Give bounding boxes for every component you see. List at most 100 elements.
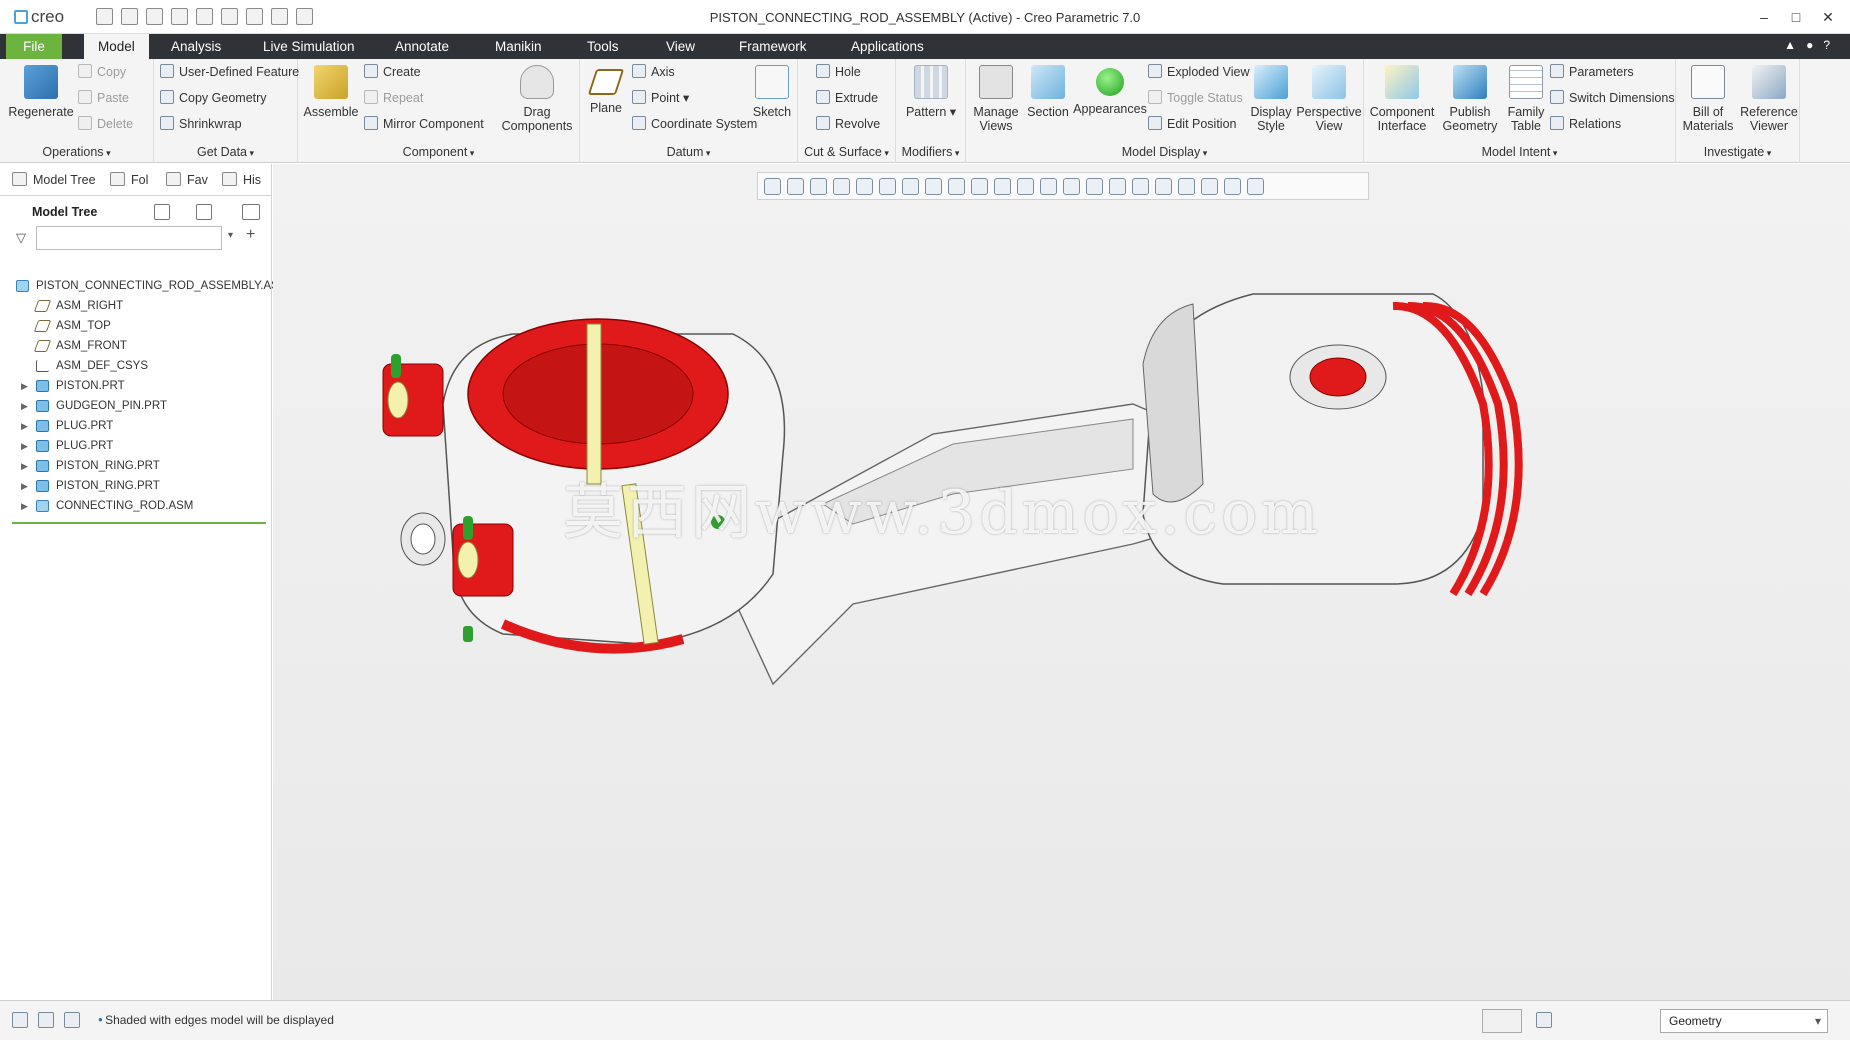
close-icon[interactable]: ✕	[1814, 6, 1842, 28]
mirror-component-button[interactable]: Mirror Component	[364, 115, 484, 133]
zoom-in-icon[interactable]	[787, 177, 804, 195]
tree-item[interactable]: ASM_DEF_CSYS	[0, 356, 272, 376]
expand-chevron-icon[interactable]: ▶	[21, 436, 28, 456]
insert-here-marker[interactable]	[12, 522, 266, 524]
expand-chevron-icon[interactable]: ▶	[21, 416, 28, 436]
tree-settings-icon[interactable]	[154, 204, 170, 220]
gudgeon-pin-plug[interactable]	[1309, 357, 1367, 397]
extrude-button[interactable]: Extrude	[816, 89, 878, 107]
tree-item[interactable]: ▶ PISTON.PRT	[0, 376, 272, 396]
tree-item[interactable]: ▶ CONNECTING_ROD.ASM	[0, 496, 272, 516]
graphics-window[interactable]: 莫西网www.3dmox.com	[273, 164, 1850, 1000]
browser-toggle-icon[interactable]	[38, 1012, 54, 1028]
copy-button[interactable]: Copy	[78, 63, 126, 81]
section-view-icon[interactable]	[971, 177, 988, 195]
group-title-get-data[interactable]: Get Data	[154, 145, 297, 159]
spin-center-icon[interactable]	[856, 177, 873, 195]
tree-display-icon[interactable]	[242, 204, 260, 220]
tab-tools[interactable]: Tools	[573, 34, 633, 59]
annotation-display-icon[interactable]	[1132, 177, 1149, 195]
delete-button[interactable]: Delete	[78, 115, 133, 133]
shrinkwrap-button[interactable]: Shrinkwrap	[160, 115, 242, 133]
filter-dropdown-icon[interactable]: ▾	[228, 230, 233, 241]
piston-connecting-rod-model[interactable]	[353, 254, 1753, 814]
appearances-button[interactable]: Appearances	[1072, 65, 1148, 116]
tree-item[interactable]: ▶ GUDGEON_PIN.PRT	[0, 396, 272, 416]
tag-display-icon[interactable]	[1178, 177, 1195, 195]
spin-center-display-icon[interactable]	[1155, 177, 1172, 195]
tab-file[interactable]: File	[6, 34, 62, 59]
exploded-view-button[interactable]: Exploded View	[1148, 63, 1249, 81]
tab-view[interactable]: View	[652, 34, 709, 59]
filter-icon[interactable]: ▽	[16, 230, 26, 246]
bill-of-materials-button[interactable]: Bill of Materials	[1678, 65, 1738, 133]
reference-viewer-button[interactable]: Reference Viewer	[1738, 65, 1800, 133]
create-button[interactable]: Create	[364, 63, 421, 81]
display-style-icon[interactable]	[879, 177, 896, 195]
tree-item[interactable]: ASM_RIGHT	[0, 296, 272, 316]
group-title-modifiers[interactable]: Modifiers	[896, 145, 965, 159]
group-title-datum[interactable]: Datum	[580, 145, 797, 159]
tree-columns-icon[interactable]	[196, 204, 212, 220]
selection-buffer-icon[interactable]	[1536, 1012, 1552, 1028]
revolve-button[interactable]: Revolve	[816, 115, 880, 133]
tab-model-tree[interactable]: Model Tree	[12, 172, 96, 187]
maximize-icon[interactable]: □	[1782, 6, 1810, 28]
appearance-icon[interactable]	[994, 177, 1011, 195]
tab-folder-browser[interactable]: Fol	[110, 172, 148, 187]
coordinate-system-button[interactable]: Coordinate System	[632, 115, 757, 133]
refit-icon[interactable]	[764, 177, 781, 195]
tree-item[interactable]: ASM_FRONT	[0, 336, 272, 356]
pause-icon[interactable]	[1224, 177, 1241, 195]
udf-button[interactable]: User-Defined Feature	[160, 63, 299, 81]
tree-root-item[interactable]: PISTON_CONNECTING_ROD_ASSEMBLY.ASM	[0, 276, 288, 296]
perspective-icon[interactable]	[948, 177, 965, 195]
expand-chevron-icon[interactable]: ▶	[21, 476, 28, 496]
display-style-button[interactable]: Display Style	[1246, 65, 1296, 133]
component-interface-button[interactable]: Component Interface	[1368, 65, 1436, 133]
simulation-display-icon[interactable]	[1201, 177, 1218, 195]
navigator-toggle-icon[interactable]	[12, 1012, 28, 1028]
tree-item[interactable]: ▶ PLUG.PRT	[0, 416, 272, 436]
community-icon[interactable]: ●	[1806, 38, 1823, 52]
csys-display-icon[interactable]	[1109, 177, 1126, 195]
relations-button[interactable]: Relations	[1550, 115, 1621, 133]
find-binoculars-button[interactable]	[1482, 1009, 1522, 1033]
axis-display-icon[interactable]	[1063, 177, 1080, 195]
tab-applications[interactable]: Applications	[837, 34, 938, 59]
expand-chevron-icon[interactable]: ▶	[21, 496, 28, 516]
perspective-view-button[interactable]: Perspective View	[1296, 65, 1362, 133]
group-title-model-intent[interactable]: Model Intent	[1364, 145, 1675, 159]
datum-display-icon[interactable]	[1017, 177, 1034, 195]
assemble-button[interactable]: Assemble	[302, 65, 360, 119]
help-icon[interactable]: ?	[1823, 38, 1840, 52]
hole-button[interactable]: Hole	[816, 63, 861, 81]
plane-display-icon[interactable]	[1040, 177, 1057, 195]
repeat-button[interactable]: Repeat	[364, 89, 423, 107]
selection-filter-select[interactable]: Geometry	[1660, 1009, 1828, 1033]
copy-geometry-button[interactable]: Copy Geometry	[160, 89, 267, 107]
group-title-model-display[interactable]: Model Display	[966, 145, 1363, 159]
tree-item[interactable]: ▶ PLUG.PRT	[0, 436, 272, 456]
group-title-cut-surface[interactable]: Cut & Surface	[798, 145, 895, 159]
tree-item[interactable]: ASM_TOP	[0, 316, 272, 336]
tab-favorites[interactable]: Fav	[166, 172, 208, 187]
expand-chevron-icon[interactable]: ▶	[21, 376, 28, 396]
group-title-component[interactable]: Component	[298, 145, 579, 159]
expand-chevron-icon[interactable]: ▶	[21, 396, 28, 416]
drag-components-button[interactable]: Drag Components	[498, 65, 576, 133]
repaint-icon[interactable]	[833, 177, 850, 195]
collapse-ribbon-icon[interactable]: ▲	[1784, 38, 1806, 52]
tab-analysis[interactable]: Analysis	[157, 34, 235, 59]
tree-item[interactable]: ▶ PISTON_RING.PRT	[0, 476, 272, 496]
axis-button[interactable]: Axis	[632, 63, 675, 81]
publish-geometry-button[interactable]: Publish Geometry	[1438, 65, 1502, 133]
fullscreen-icon[interactable]	[64, 1012, 80, 1028]
tab-live-simulation[interactable]: Live Simulation	[249, 34, 369, 59]
switch-dimensions-button[interactable]: Switch Dimensions	[1550, 89, 1675, 107]
tab-annotate[interactable]: Annotate	[381, 34, 463, 59]
minimize-icon[interactable]: –	[1750, 6, 1778, 28]
tab-history[interactable]: His	[222, 172, 261, 187]
family-table-button[interactable]: Family Table	[1502, 65, 1550, 133]
sketch-button[interactable]: Sketch	[750, 65, 794, 119]
